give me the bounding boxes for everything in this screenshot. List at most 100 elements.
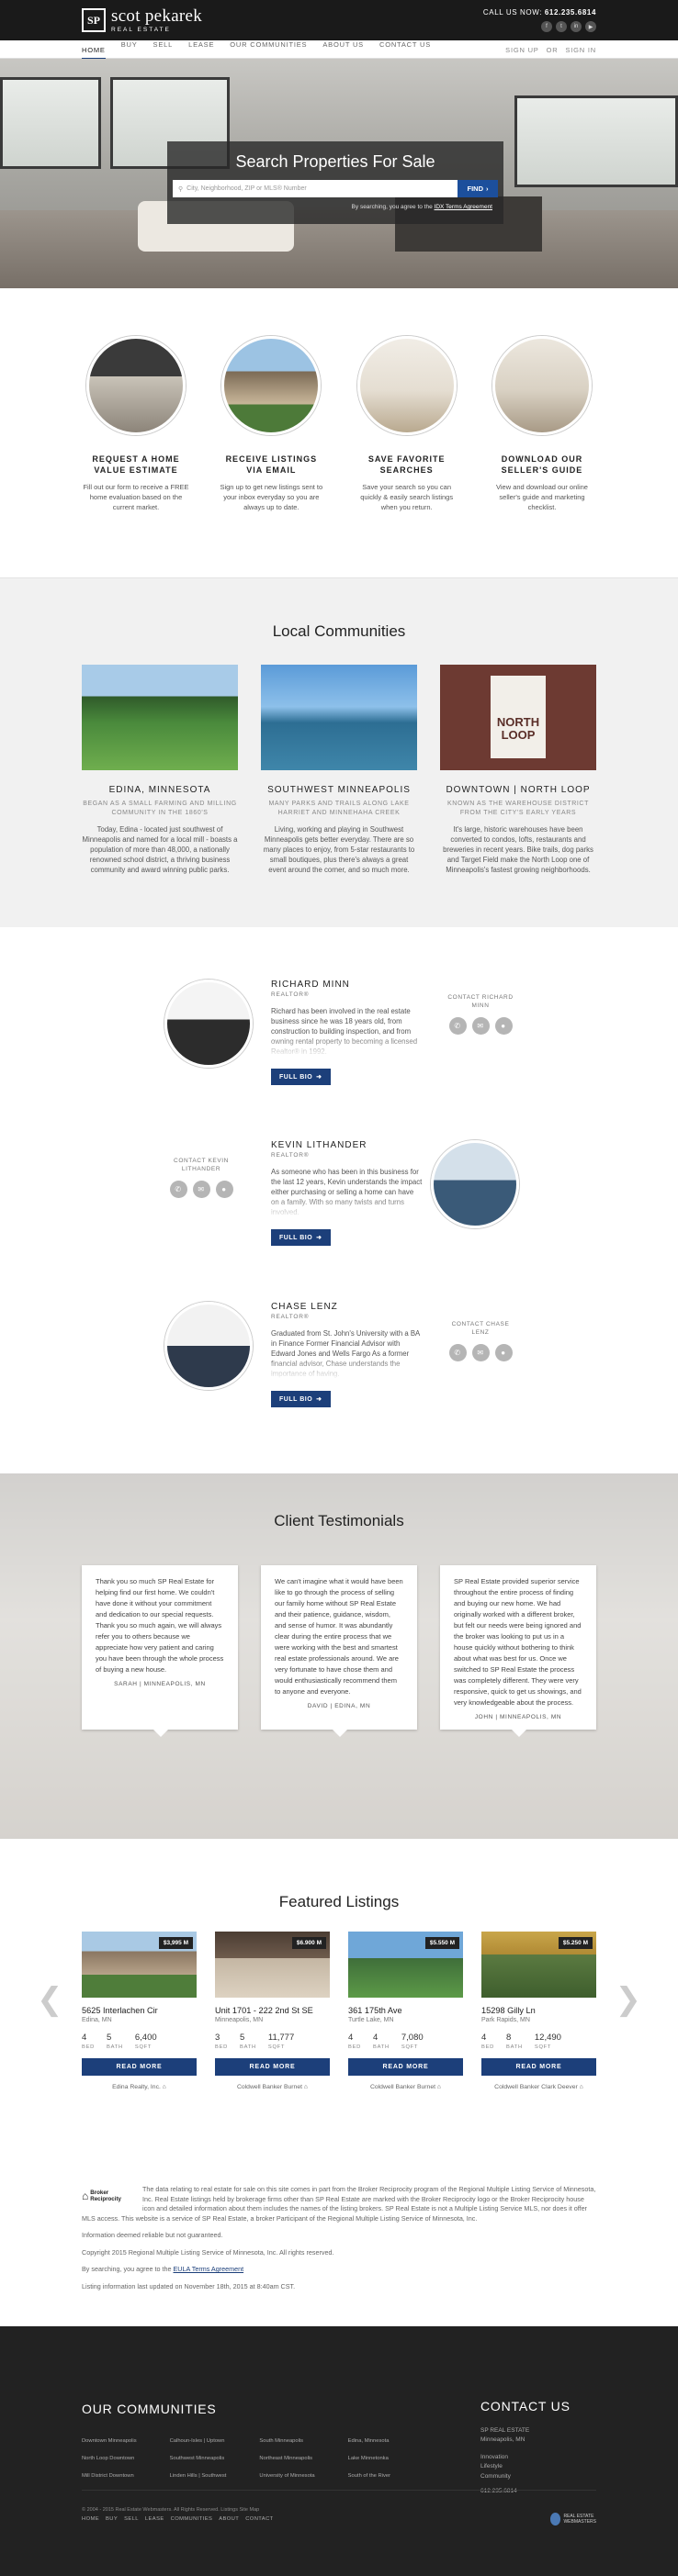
site-logo[interactable]: SP scot pekarek REAL ESTATE [82,7,202,33]
feature-sellers-guide[interactable]: DOWNLOAD OUR SELLER'S GUIDE View and dow… [488,336,596,512]
footer-link[interactable]: North Loop Downtown [82,2450,137,2468]
nav-sell[interactable]: SELL [153,40,174,60]
listing-card[interactable]: $3,995 M 5625 Interlachen Cir Edina, MN … [82,1932,197,2090]
footer-link[interactable]: Lake Minnetonka [348,2450,390,2468]
listing-card[interactable]: $5.250 M 15298 Gilly Ln Park Rapids, MN … [481,1932,596,2090]
idx-terms-link[interactable]: IDX Terms Agreement [435,204,492,210]
footer-link[interactable]: Mill District Downtown [82,2468,137,2485]
broker-name: Coldwell Banker Clark Deever [494,2084,578,2090]
chat-icon[interactable]: ● [215,1181,233,1198]
footer-nav-lease[interactable]: LEASE [145,2516,164,2522]
community-north-loop[interactable]: NORTH LOOP DOWNTOWN | NORTH LOOP KNOWN A… [440,665,596,875]
email-icon[interactable]: ✉ [471,1344,490,1361]
community-text: Today, Edina - located just southwest of… [82,825,238,874]
footer-link[interactable]: Calhoun-Isles | Uptown [170,2433,227,2450]
listing-card[interactable]: $5.550 M 361 175th Ave Turtle Lake, MN 4… [348,1932,463,2090]
read-more-button[interactable]: READ MORE [481,2058,596,2076]
community-image-marina [261,665,417,770]
agent-title: REALTOR® [271,991,310,998]
read-more-button[interactable]: READ MORE [348,2058,463,2076]
feature-text: Fill out our form to receive a FREE home… [83,483,189,511]
nav-contact-us[interactable]: CONTACT US [379,40,431,60]
listing-beds: 4 [348,2033,354,2043]
community-subtitle: MANY PARKS AND TRAILS ALONG LAKE HARRIET… [268,801,410,816]
nav-about-us[interactable]: ABOUT US [322,40,364,60]
signup-link[interactable]: SIGN UP [505,46,538,54]
footer-link[interactable]: Linden Hills | Southwest [170,2468,227,2485]
email-icon[interactable]: ✉ [192,1181,210,1198]
brand-tagline: REAL ESTATE [111,26,171,33]
footer-nav-buy[interactable]: BUY [106,2516,118,2522]
footer-link-lifestyle[interactable]: Lifestyle [480,2462,596,2472]
search-terms: By searching, you agree to the IDX Terms… [167,204,492,210]
listing-address[interactable]: 361 175th Ave [348,2006,463,2015]
signin-link[interactable]: SIGN IN [565,46,596,54]
youtube-icon[interactable]: ▶ [585,21,596,32]
nav-buy[interactable]: BUY [121,40,138,60]
nav-lease[interactable]: LEASE [188,40,214,60]
chat-icon[interactable]: ● [494,1017,513,1035]
phone-icon[interactable]: ✆ [448,1017,467,1035]
footer-link[interactable]: Northeast Minneapolis [259,2450,314,2468]
read-more-button[interactable]: READ MORE [82,2058,197,2076]
listing-broker: Edina Realty, Inc. ⌂ [82,2084,197,2090]
footer-link-community[interactable]: Community [480,2472,596,2482]
facebook-icon[interactable]: f [541,21,552,32]
search-icon: ⚲ [178,185,184,193]
nav-our-communities[interactable]: OUR COMMUNITIES [230,40,307,60]
testimonials-section: Client Testimonials Thank you so much SP… [0,1473,678,1839]
read-more-button[interactable]: READ MORE [215,2058,330,2076]
full-bio-label: FULL BIO [279,1073,313,1081]
footer-nav-sell[interactable]: SELL [124,2516,139,2522]
footer-nav-contact[interactable]: CONTACT [245,2516,273,2522]
find-button[interactable]: FIND › [458,180,498,197]
community-southwest-minneapolis[interactable]: SOUTHWEST MINNEAPOLIS MANY PARKS AND TRA… [261,665,417,875]
email-icon[interactable]: ✉ [471,1017,490,1035]
community-edina[interactable]: EDINA, MINNESOTA BEGAN AS A SMALL FARMIN… [82,665,238,875]
chevron-left-icon[interactable]: ❮ [37,1981,63,2018]
feature-home-value[interactable]: REQUEST A HOME VALUE ESTIMATE Fill out o… [82,336,190,512]
feature-listings-email[interactable]: RECEIVE LISTINGS VIA EMAIL Sign up to ge… [217,336,325,512]
footer-link[interactable]: University of Minnesota [259,2468,314,2485]
listing-address[interactable]: 5625 Interlachen Cir [82,2006,197,2015]
linkedin-icon[interactable]: in [571,21,582,32]
footer-link[interactable]: Downtown Minneapolis [82,2433,137,2450]
footer-link[interactable]: Southwest Minneapolis [170,2450,227,2468]
chat-icon[interactable]: ● [494,1344,513,1361]
eula-terms-link[interactable]: EULA Terms Agreement [174,2265,244,2273]
feature-save-searches[interactable]: SAVE FAVORITE SEARCHES Save your search … [353,336,461,512]
community-image-north-loop: NORTH LOOP [440,665,596,770]
logo-text-bottom: Reciprocity [90,2196,121,2202]
listing-address[interactable]: Unit 1701 - 222 2nd St SE [215,2006,330,2015]
search-panel: Search Properties For Sale ⚲ City, Neigh… [167,141,503,224]
footer-link[interactable]: South of the River [348,2468,390,2485]
listing-card[interactable]: $6.900 M Unit 1701 - 222 2nd St SE Minne… [215,1932,330,2090]
phone-icon[interactable]: ✆ [448,1344,467,1361]
feature-title: RECEIVE LISTINGS VIA EMAIL [225,454,318,475]
footer-link[interactable]: Edina, Minnesota [348,2433,390,2450]
listing-city: Park Rapids, MN [481,2017,530,2023]
full-bio-button[interactable]: FULL BIO ➜ [271,1391,331,1407]
footer-col: Calhoun-Isles | Uptown Southwest Minneap… [170,2433,227,2485]
sign-text-bottom: LOOP [501,728,536,742]
chevron-right-icon[interactable]: ❯ [616,1981,642,2018]
footer-nav-about[interactable]: ABOUT [219,2516,239,2522]
footer-nav-communities[interactable]: COMMUNITIES [171,2516,213,2522]
search-input[interactable]: ⚲ City, Neighborhood, ZIP or MLS® Number [173,180,458,197]
full-bio-button[interactable]: FULL BIO ➜ [271,1069,331,1085]
listing-sqft: 6,400 [134,2033,157,2043]
nav-home[interactable]: HOME [82,46,106,60]
footer-link-innovation[interactable]: Innovation [480,2453,596,2463]
rew-badge[interactable]: REAL ESTATE WEBMASTERS [550,2509,596,2529]
footer-link[interactable]: South Minneapolis [259,2433,314,2450]
twitter-icon[interactable]: t [556,21,567,32]
listing-address[interactable]: 15298 Gilly Ln [481,2006,596,2015]
header-phone[interactable]: CALL US NOW: 612.235.6814 [483,8,596,17]
phone-icon[interactable]: ✆ [169,1181,187,1198]
full-bio-button[interactable]: FULL BIO ➜ [271,1229,331,1246]
agent-card-kevin: KEVIN LITHANDER REALTOR® As someone who … [271,1140,423,1246]
disclaimer-updated: Listing information last updated on Nove… [82,2281,296,2290]
logo-mark: SP [82,8,106,32]
listing-price: $5.250 M [558,1937,593,1949]
footer-nav-home[interactable]: HOME [82,2516,99,2522]
